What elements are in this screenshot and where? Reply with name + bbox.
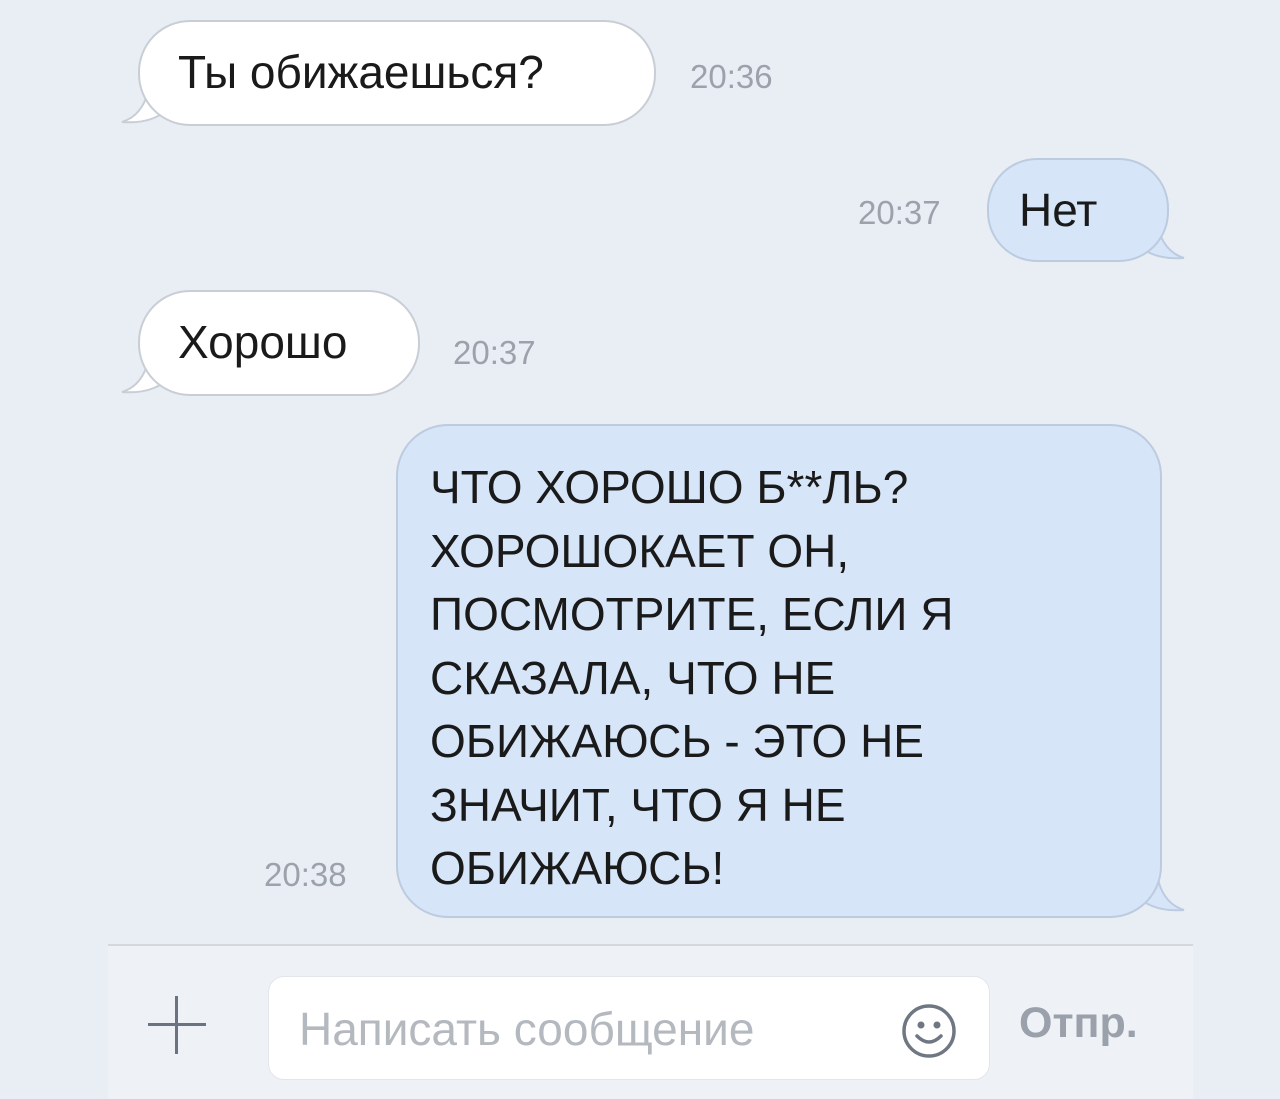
message-composer: Написать сообщение Отпр. bbox=[108, 944, 1193, 1099]
message-text: Ты обижаешься? bbox=[178, 46, 544, 98]
message-time: 20:38 bbox=[264, 856, 347, 893]
message-time: 20:36 bbox=[690, 58, 773, 95]
message-bubble: Нет bbox=[987, 158, 1169, 262]
smile-icon[interactable] bbox=[901, 1003, 957, 1059]
message-text: Хорошо bbox=[178, 316, 348, 368]
message-input[interactable]: Написать сообщение bbox=[268, 976, 990, 1080]
message-bubble: Ты обижаешься? bbox=[138, 20, 656, 126]
message-bubble: Хорошо bbox=[138, 290, 420, 396]
plus-icon[interactable] bbox=[148, 996, 206, 1054]
message-list[interactable]: Ты обижаешься? 20:36 Нет 20:37 Хорошо 20… bbox=[0, 0, 1280, 945]
message-text: Нет bbox=[1019, 184, 1098, 236]
message-time: 20:37 bbox=[858, 194, 941, 231]
message-text: ЧТО ХОРОШО Б**ЛЬ? ХОРОШОКАЕТ ОН, ПОСМОТР… bbox=[430, 461, 954, 894]
send-button[interactable]: Отпр. bbox=[1019, 999, 1138, 1048]
message-input-placeholder: Написать сообщение bbox=[299, 1003, 755, 1055]
message-time: 20:37 bbox=[453, 334, 536, 371]
message-bubble: ЧТО ХОРОШО Б**ЛЬ? ХОРОШОКАЕТ ОН, ПОСМОТР… bbox=[396, 424, 1162, 918]
